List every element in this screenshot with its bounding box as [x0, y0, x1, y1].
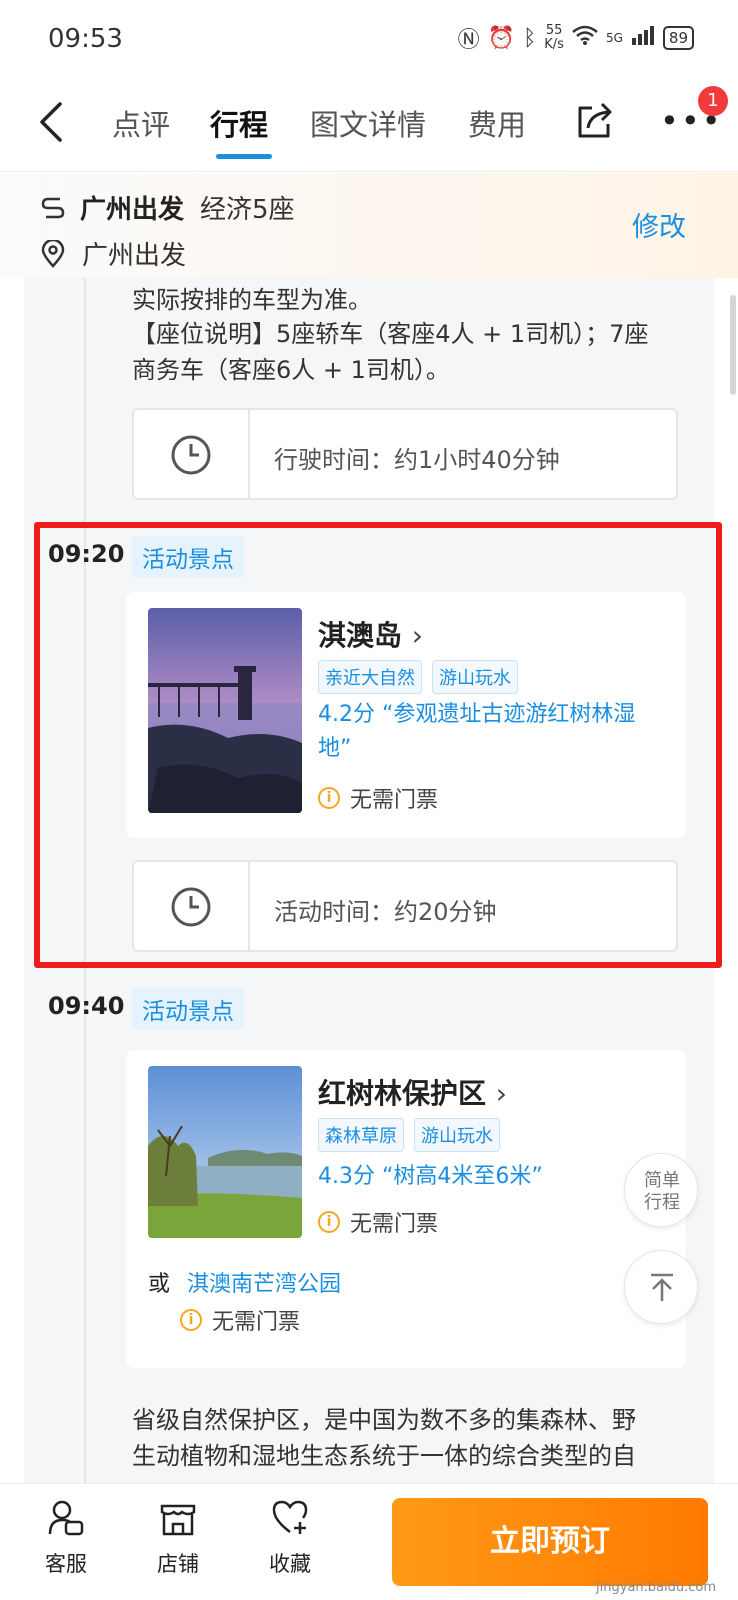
chevron-right-icon: ›	[495, 1077, 507, 1110]
wifi-icon	[572, 24, 598, 52]
timeline-line	[84, 278, 86, 1483]
back-button[interactable]	[34, 100, 74, 144]
transport-desc-line: 实际按排的车型为准。	[132, 286, 372, 314]
shop-button[interactable]: 店铺	[138, 1498, 218, 1578]
alternative-poi-link[interactable]: 淇澳南芒湾公园	[187, 1272, 341, 1297]
info-icon: i	[180, 1309, 202, 1331]
tab-details[interactable]: 图文详情	[310, 102, 426, 144]
chevron-left-icon	[40, 102, 62, 142]
poi-name[interactable]: 淇澳岛 ›	[318, 614, 423, 654]
poi-description: 生动植物和湿地生态系统于一体的综合类型的自	[132, 1442, 636, 1470]
active-tab-indicator	[216, 154, 272, 159]
back-to-top-button[interactable]	[624, 1250, 698, 1324]
notification-badge: 1	[698, 86, 728, 116]
book-now-button[interactable]: 立即预订	[392, 1498, 708, 1586]
poi-tag: 游山玩水	[432, 660, 518, 694]
favorite-button[interactable]: 收藏	[250, 1498, 330, 1578]
item-type-tag: 活动景点	[132, 988, 244, 1030]
trip-info-bar: 广州出发 经济5座 广州出发 修改	[0, 173, 738, 278]
route-icon	[41, 197, 65, 218]
poi-tag: 森林草原	[318, 1118, 404, 1152]
bluetooth-icon: ᛒ	[523, 25, 537, 51]
item-time: 09:40	[48, 992, 125, 1020]
scrollbar[interactable]	[730, 295, 736, 395]
alt-ticket-info: i 无需门票	[180, 1304, 300, 1336]
departure-text: 广州出发	[80, 195, 185, 225]
divider	[248, 862, 250, 950]
poi-rating: 4.2分 “参观遗址古迹游红树林湿 地”	[318, 702, 636, 761]
battery-indicator: 89	[662, 26, 694, 50]
simple-itinerary-button[interactable]: 简单 行程	[624, 1153, 698, 1227]
poi-tag: 亲近大自然	[318, 660, 422, 694]
customer-service-button[interactable]: 客服	[26, 1498, 106, 1578]
divider	[248, 410, 250, 498]
bottom-action-bar: 客服 店铺 收藏 立即预订 jingyan.baidu.com	[0, 1483, 738, 1600]
heart-plus-icon	[272, 1500, 308, 1534]
location-row: 广州出发	[40, 235, 186, 272]
arrow-up-icon	[651, 1273, 673, 1301]
status-icons: Ⓝ ⏰ ᛒ 55 K/s 5G 89	[458, 22, 694, 54]
mangrove-photo	[148, 1066, 302, 1238]
net-speed: 55 K/s	[544, 23, 564, 52]
tab-reviews[interactable]: 点评	[112, 102, 170, 144]
drive-duration-text: 行驶时间：约1小时40分钟	[274, 446, 560, 474]
pier-photo	[148, 608, 302, 813]
poi-image	[148, 1066, 302, 1238]
poi-rating: 4.3分 “树高4米至6米”	[318, 1164, 543, 1189]
watermark: jingyan.baidu.com	[596, 1580, 716, 1595]
tab-fees[interactable]: 费用	[468, 102, 526, 144]
chevron-right-icon: ›	[411, 619, 423, 652]
poi-description: 省级自然保护区，是中国为数不多的集森林、野	[132, 1406, 636, 1434]
vehicle-type: 经济5座	[200, 195, 295, 225]
status-time: 09:53	[48, 24, 123, 54]
drive-duration-box: 行驶时间：约1小时40分钟	[132, 408, 678, 500]
clock-icon	[171, 435, 211, 475]
alternative-poi: 或 淇澳南芒湾公园	[148, 1272, 342, 1297]
shop-icon	[160, 1504, 196, 1536]
customer-service-icon	[48, 1500, 84, 1536]
info-icon: i	[318, 787, 340, 809]
share-button[interactable]	[574, 100, 616, 142]
alarm-icon: ⏰	[487, 25, 516, 51]
modify-button[interactable]: 修改	[632, 205, 686, 244]
ticket-info: i 无需门票	[318, 782, 438, 814]
signal-icon: 5G	[605, 31, 623, 45]
activity-duration-box: 活动时间：约20分钟	[132, 860, 678, 952]
nfc-icon: Ⓝ	[457, 28, 480, 53]
poi-name[interactable]: 红树林保护区 ›	[318, 1072, 507, 1112]
transport-desc-line: 商务车（客座6人 + 1司机）。	[132, 356, 450, 384]
poi-card-qiao-island[interactable]: 淇澳岛 › 亲近大自然 游山玩水 4.2分 “参观遗址古迹游红树林湿 地” i …	[126, 592, 686, 838]
location-pin-icon	[41, 239, 65, 268]
transport-desc-line: 【座位说明】5座轿车（客座4人 + 1司机）；7座	[132, 320, 649, 348]
more-button[interactable]: •••	[660, 105, 723, 137]
poi-image	[148, 608, 302, 813]
vehicle-row: 广州出发 经济5座	[40, 189, 295, 226]
tab-itinerary[interactable]: 行程	[210, 102, 268, 144]
activity-duration-text: 活动时间：约20分钟	[274, 898, 497, 926]
nav-bar: 点评 行程 图文详情 费用 ••• 1	[0, 80, 738, 172]
signal-bars-icon	[631, 24, 655, 52]
location-text: 广州出发	[82, 241, 187, 271]
share-icon	[578, 102, 612, 138]
ticket-info: i 无需门票	[318, 1206, 438, 1238]
itinerary-content[interactable]: 实际按排的车型为准。 【座位说明】5座轿车（客座4人 + 1司机）；7座 商务车…	[24, 278, 714, 1483]
clock-icon	[171, 887, 211, 927]
item-type-tag: 活动景点	[132, 536, 244, 578]
poi-tag: 游山玩水	[414, 1118, 500, 1152]
info-icon: i	[318, 1211, 340, 1233]
item-time: 09:20	[48, 540, 125, 568]
poi-card-mangrove-reserve[interactable]: 红树林保护区 › 森林草原 游山玩水 4.3分 “树高4米至6米” i 无需门票…	[126, 1050, 686, 1368]
status-bar: 09:53 Ⓝ ⏰ ᛒ 55 K/s 5G 89	[0, 0, 738, 80]
